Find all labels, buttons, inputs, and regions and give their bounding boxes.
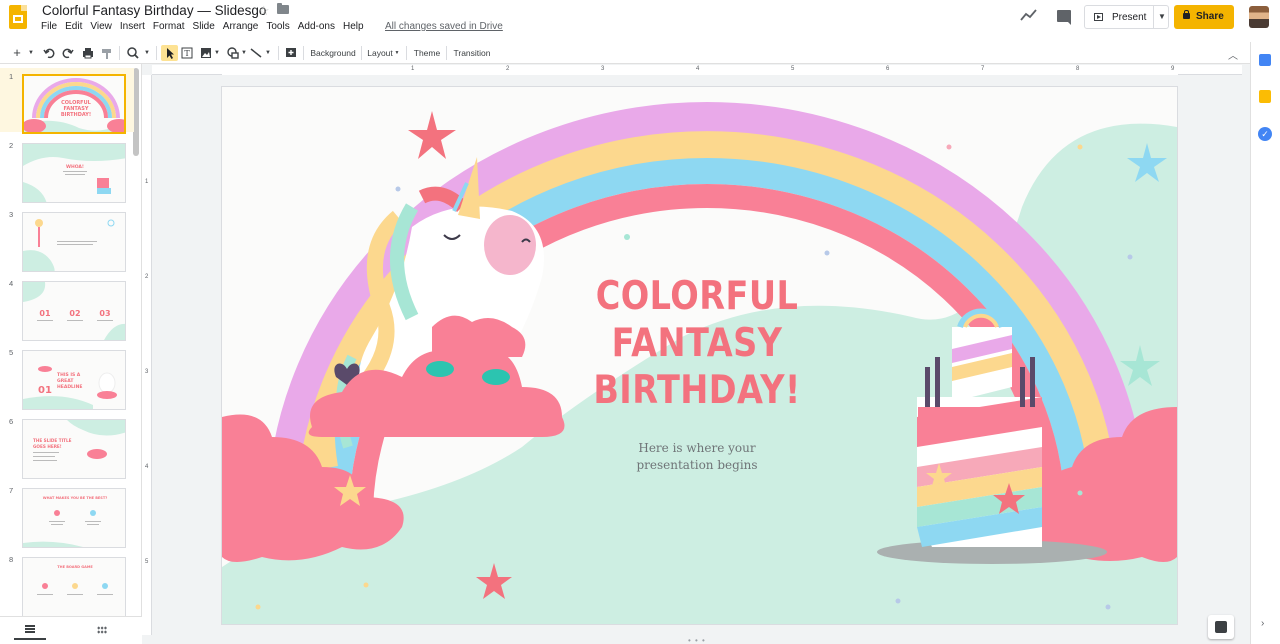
grid-view-icon[interactable] bbox=[97, 626, 107, 634]
theme-button[interactable]: Theme bbox=[412, 45, 442, 61]
menu-file[interactable]: File bbox=[41, 21, 57, 32]
svg-text:GOES HERE!: GOES HERE! bbox=[33, 444, 62, 449]
slide-preview: COLORFUL FANTASY BIRTHDAY! bbox=[22, 74, 126, 134]
menu-view[interactable]: View bbox=[90, 21, 112, 32]
list-view-icon[interactable] bbox=[25, 625, 35, 633]
speaker-notes-handle[interactable]: • • • bbox=[688, 636, 706, 644]
menu-insert[interactable]: Insert bbox=[120, 21, 145, 32]
svg-text:THIS IS A: THIS IS A bbox=[57, 372, 81, 378]
slide-preview: 01 02 03 bbox=[22, 281, 126, 341]
thumbnail-slide-4[interactable]: 4 01 02 03 bbox=[0, 275, 134, 341]
zoom-icon[interactable] bbox=[126, 45, 140, 61]
layout-dropdown-icon[interactable]: ▼ bbox=[393, 45, 401, 61]
present-icon bbox=[1094, 13, 1103, 21]
toolbar: + ▼ ▼ T ▼ ▼ ▼ Background Layout ▼ Theme … bbox=[0, 42, 1280, 64]
menu-edit[interactable]: Edit bbox=[65, 21, 82, 32]
zoom-dropdown-icon[interactable]: ▼ bbox=[142, 45, 152, 61]
image-dropdown-icon[interactable]: ▼ bbox=[213, 45, 221, 61]
calendar-icon[interactable] bbox=[1259, 54, 1271, 66]
menu-tools[interactable]: Tools bbox=[266, 21, 289, 32]
menu-slide[interactable]: Slide bbox=[193, 21, 215, 32]
thumbnail-slide-6[interactable]: 6 THE SLIDE TITLE GOES HERE! bbox=[0, 413, 134, 479]
slide-preview: THE SLIDE TITLE GOES HERE! bbox=[22, 419, 126, 479]
svg-text:01: 01 bbox=[38, 385, 52, 396]
image-icon[interactable] bbox=[199, 45, 213, 61]
thumbnail-slide-8[interactable]: 8 THE BOARD GAME bbox=[0, 551, 134, 617]
menu-arrange[interactable]: Arrange bbox=[223, 21, 259, 32]
slide-preview: THE BOARD GAME bbox=[22, 557, 126, 617]
trend-icon[interactable] bbox=[1020, 8, 1038, 22]
print-icon[interactable] bbox=[81, 45, 95, 61]
expand-panel-icon[interactable]: › bbox=[1261, 618, 1264, 629]
horizontal-ruler[interactable]: 2 1 3 4 5 6 7 8 9 bbox=[152, 65, 1242, 75]
svg-text:T: T bbox=[184, 49, 190, 58]
add-comment-icon[interactable] bbox=[284, 45, 298, 61]
undo-icon[interactable] bbox=[42, 45, 56, 61]
collapse-menu-icon[interactable]: ︿ bbox=[1228, 47, 1238, 62]
svg-text:WHAT MAKES YOU BE THE BEST?: WHAT MAKES YOU BE THE BEST? bbox=[43, 496, 108, 500]
lock-icon bbox=[1183, 10, 1190, 19]
share-button[interactable]: Share bbox=[1174, 5, 1234, 29]
slides-app: Colorful Fantasy Birthday — Slidesgo ☆ F… bbox=[0, 0, 1280, 644]
comment-icon[interactable] bbox=[1057, 10, 1071, 25]
menu-help[interactable]: Help bbox=[343, 21, 364, 32]
layout-button[interactable]: Layout bbox=[367, 45, 393, 61]
thumbnail-slide-5[interactable]: 5 01 THIS IS A GREAT HEADLINE bbox=[0, 344, 134, 410]
menu-format[interactable]: Format bbox=[153, 21, 185, 32]
svg-text:HEADLINE: HEADLINE bbox=[57, 384, 82, 390]
new-slide-dropdown-icon[interactable]: ▼ bbox=[26, 45, 36, 61]
select-cursor-icon[interactable] bbox=[161, 45, 178, 61]
list-view-indicator bbox=[14, 638, 46, 640]
thumbnail-slide-1[interactable]: 1 COLORFUL FANTASY BIRTHDAY! bbox=[0, 68, 134, 134]
new-slide-icon[interactable]: + bbox=[10, 45, 24, 61]
shape-dropdown-icon[interactable]: ▼ bbox=[240, 45, 248, 61]
tasks-icon[interactable]: ✓ bbox=[1258, 127, 1272, 141]
current-slide[interactable]: COLORFUL FANTASY BIRTHDAY! Here is where… bbox=[222, 87, 1177, 624]
slide-preview: WHAT MAKES YOU BE THE BEST? bbox=[22, 488, 126, 548]
svg-text:GREAT: GREAT bbox=[57, 378, 74, 384]
slide-preview: WHOA! bbox=[22, 143, 126, 203]
present-button[interactable]: Present ▼ bbox=[1084, 5, 1169, 29]
svg-text:BIRTHDAY!: BIRTHDAY! bbox=[61, 112, 91, 118]
svg-text:03: 03 bbox=[99, 309, 110, 318]
svg-text:THE BOARD GAME: THE BOARD GAME bbox=[57, 565, 93, 569]
menu-addons[interactable]: Add-ons bbox=[298, 21, 335, 32]
line-icon[interactable] bbox=[249, 45, 263, 61]
line-dropdown-icon[interactable]: ▼ bbox=[263, 45, 273, 61]
redo-icon[interactable] bbox=[61, 45, 75, 61]
filmstrip: 1 COLORFUL FANTASY BIRTHDAY! 2 WHOA! 3 4… bbox=[0, 64, 142, 644]
menu-bar: File Edit View Insert Format Slide Arran… bbox=[41, 21, 372, 32]
background-button[interactable]: Background bbox=[309, 45, 357, 61]
paint-format-icon[interactable] bbox=[100, 45, 114, 61]
slide-preview bbox=[22, 212, 126, 272]
explore-button[interactable] bbox=[1208, 615, 1234, 639]
text-box-icon[interactable]: T bbox=[180, 45, 194, 61]
thumbnail-slide-2[interactable]: 2 WHOA! bbox=[0, 137, 134, 203]
slide-subtitle[interactable]: Here is where your presentation begins bbox=[582, 440, 812, 474]
header: Colorful Fantasy Birthday — Slidesgo ☆ F… bbox=[0, 0, 1280, 42]
slide-title[interactable]: COLORFUL FANTASY BIRTHDAY! bbox=[572, 273, 821, 414]
shape-icon[interactable] bbox=[226, 45, 240, 61]
svg-text:WHOA!: WHOA! bbox=[66, 164, 84, 170]
folder-icon[interactable] bbox=[277, 3, 289, 14]
account-avatar[interactable] bbox=[1249, 6, 1269, 28]
thumbnail-slide-7[interactable]: 7 WHAT MAKES YOU BE THE BEST? bbox=[0, 482, 134, 548]
slide-preview: 01 THIS IS A GREAT HEADLINE bbox=[22, 350, 126, 410]
vertical-ruler[interactable]: 1 2 3 4 5 bbox=[142, 75, 152, 635]
svg-text:01: 01 bbox=[39, 309, 51, 318]
transition-button[interactable]: Transition bbox=[452, 45, 492, 61]
slides-logo-icon[interactable] bbox=[9, 5, 27, 29]
star-icon[interactable]: ☆ bbox=[258, 3, 270, 19]
side-panel: ✓ › bbox=[1250, 42, 1280, 644]
present-label: Present bbox=[1112, 12, 1147, 23]
share-label: Share bbox=[1196, 11, 1224, 22]
svg-text:02: 02 bbox=[69, 309, 80, 318]
thumbnail-slide-3[interactable]: 3 bbox=[0, 206, 134, 272]
present-dropdown-icon[interactable]: ▼ bbox=[1158, 12, 1166, 21]
keep-icon[interactable] bbox=[1259, 90, 1271, 103]
document-title[interactable]: Colorful Fantasy Birthday — Slidesgo bbox=[42, 3, 266, 18]
save-status-link[interactable]: All changes saved in Drive bbox=[385, 21, 503, 32]
svg-text:THE SLIDE TITLE: THE SLIDE TITLE bbox=[33, 438, 72, 443]
